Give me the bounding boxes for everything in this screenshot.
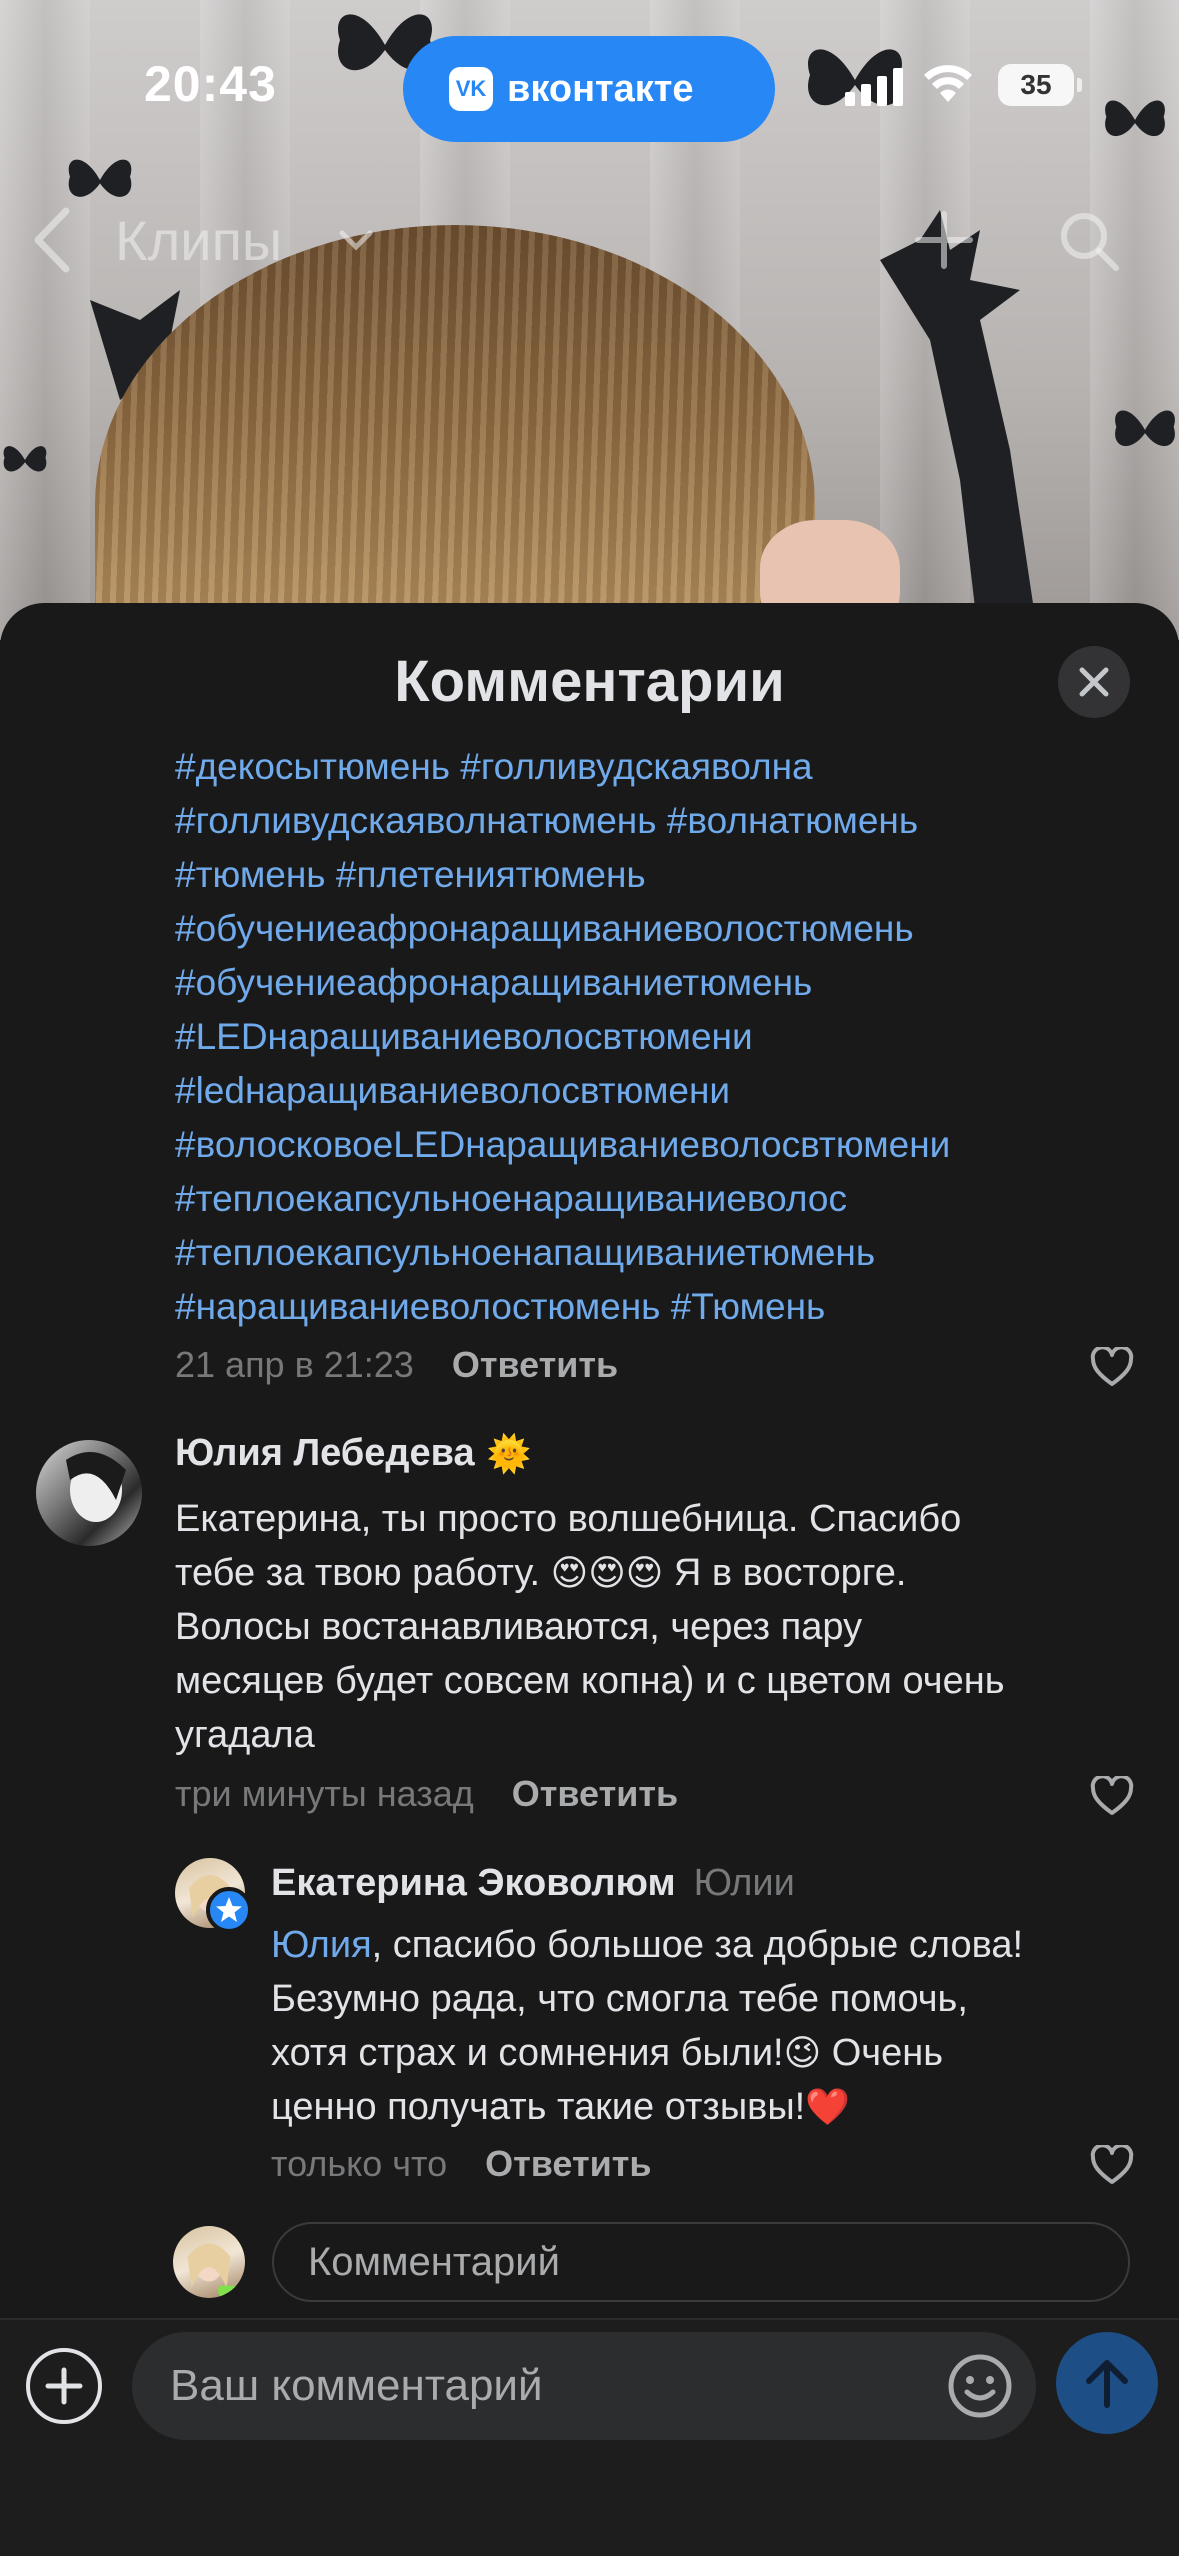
close-button[interactable] <box>1058 646 1130 718</box>
reply-comment-input[interactable]: Комментарий <box>272 2222 1130 2302</box>
back-icon[interactable] <box>28 205 76 275</box>
hashtag-line[interactable]: #теплоекапсульноенаращиваниеволос <box>175 1172 1155 1226</box>
avatar-photo <box>187 2243 237 2296</box>
comment-time: только что <box>271 2143 448 2184</box>
status-time: 20:43 <box>144 56 277 112</box>
hashtag-line[interactable]: #обучениеафронаращиваниеволостюмень <box>175 902 1155 956</box>
comment-line-text: ценно получать такие отзывы! <box>271 2086 806 2128</box>
comment-line: угадала <box>175 1714 315 1756</box>
comment-text: Юлия, спасибо большое за добрые слова! Б… <box>271 1918 1023 2134</box>
comment-line-tail: Я в восторге. <box>663 1552 907 1594</box>
comment-line-text: , спасибо большое за добрые слова! <box>371 1924 1024 1966</box>
comment-line: Безумно рада, что смогла тебе помочь, <box>271 1978 968 2020</box>
author-badge-icon: 🌞 <box>486 1433 532 1475</box>
comment-line-text: тебе за твою работу. <box>175 1552 541 1594</box>
battery-icon: 35 <box>998 64 1074 106</box>
hashtag-line[interactable]: #обучениеафронаращиваниетюмень <box>175 956 1155 1010</box>
hashtag-line[interactable]: #тюмень #плетениятюмень <box>175 848 1155 902</box>
comment-author[interactable]: Екатерина Эковолюм Юлии <box>271 1862 795 1905</box>
reply-button[interactable]: Ответить <box>485 2143 651 2185</box>
plus-icon[interactable] <box>914 210 974 270</box>
author-name: Юлия Лебедева <box>175 1432 475 1474</box>
heart-icon[interactable] <box>1090 1776 1134 1816</box>
close-icon <box>1079 667 1109 697</box>
reply-addressee: Юлии <box>693 1862 795 1904</box>
comment-line: тебе за твою работу. 😍😍😍 Я в восторге. <box>175 1546 1005 1600</box>
reply-button[interactable]: Ответить <box>512 1773 678 1815</box>
wifi-icon <box>924 65 972 102</box>
add-icon <box>45 2367 83 2405</box>
battery-tip <box>1077 78 1082 92</box>
butterfly-decal <box>3 446 47 472</box>
hashtag-line[interactable]: #волосковоеLEDнаращиваниеволосвтюмени <box>175 1118 1155 1172</box>
comment-line: ценно получать такие отзывы!❤️ <box>271 2080 1023 2134</box>
heart-eyes-emoji: 😍😍😍 <box>550 1553 664 1594</box>
hashtag-line[interactable]: #ledнаращиваниеволосвтюмени <box>175 1064 1155 1118</box>
curtain-fold <box>0 0 90 640</box>
reply-comment-placeholder: Комментарий <box>308 2239 560 2284</box>
comment-line-tail: Очень <box>821 2032 943 2074</box>
butterfly-decal <box>1105 100 1165 137</box>
heart-icon[interactable] <box>1090 2145 1134 2185</box>
hashtag-line[interactable]: #декосытюмень #голливудскаяволна <box>175 740 1155 794</box>
hashtag-line[interactable]: #теплоекапсульноенапащиваниетюмень <box>175 1226 1155 1280</box>
wink-emoji: 😉 <box>783 2033 822 2074</box>
comment-line: месяцев будет совсем копна) и с цветом о… <box>175 1660 1005 1702</box>
vk-logo-icon: VK <box>449 67 493 111</box>
comment-author[interactable]: Юлия Лебедева 🌞 <box>175 1432 531 1475</box>
sheet-title: Комментарии <box>394 649 785 714</box>
app-pill-label: вконтакте <box>507 67 694 110</box>
search-icon[interactable] <box>1058 210 1122 274</box>
heart-icon[interactable] <box>1090 1347 1134 1387</box>
smile-icon[interactable] <box>946 2352 1014 2420</box>
chevron-down-icon[interactable] <box>338 228 374 252</box>
comment-input[interactable]: Ваш комментарий <box>132 2332 1036 2440</box>
butterfly-decal <box>1115 410 1175 447</box>
mention-link[interactable]: Юлия <box>271 1924 372 1966</box>
comment-meta: три минуты назад Ответить <box>175 1773 678 1815</box>
avatar[interactable] <box>36 1440 142 1546</box>
cellular-signal-icon <box>845 68 903 106</box>
verified-star-icon <box>206 1887 252 1933</box>
red-heart-emoji: ❤️ <box>805 2087 851 2128</box>
comment-input-placeholder: Ваш комментарий <box>170 2361 543 2410</box>
send-button[interactable] <box>1056 2332 1158 2434</box>
comment-time: три минуты назад <box>175 1773 474 1814</box>
avatar-photo <box>66 1452 126 1522</box>
comment-line-text: хотя страх и сомнения были! <box>271 2032 784 2074</box>
hashtag-line[interactable]: #LEDнаращиваниеволосвтюмени <box>175 1010 1155 1064</box>
hashtag-line[interactable]: #наращиваниеволостюмень #Тюмень <box>175 1280 1155 1334</box>
author-name: Екатерина Эковолюм <box>271 1862 676 1904</box>
reply-button[interactable]: Ответить <box>452 1344 618 1386</box>
comment-hashtags: #декосытюмень #голливудскаяволна #голлив… <box>175 740 1155 1334</box>
comment-meta: только что Ответить <box>271 2143 651 2185</box>
send-arrow-icon <box>1086 2360 1128 2408</box>
comment-meta: 21 апр в 21:23 Ответить <box>175 1344 618 1386</box>
comment-line: Волосы востанавливаются, через пару <box>175 1606 863 1648</box>
add-attachment-button[interactable] <box>26 2348 102 2424</box>
comment-time: 21 апр в 21:23 <box>175 1344 414 1385</box>
butterfly-decal <box>68 159 132 197</box>
comment-line: Екатерина, ты просто волшебница. Спасибо <box>175 1498 962 1540</box>
comment-line: Юлия, спасибо большое за добрые слова! <box>271 1918 1023 1972</box>
comment-text: Екатерина, ты просто волшебница. Спасибо… <box>175 1492 1005 1762</box>
nav-title[interactable]: Клипы <box>115 208 282 273</box>
comment-line: хотя страх и сомнения были!😉 Очень <box>271 2026 1023 2080</box>
app-pill[interactable]: VK вконтакте <box>403 36 775 142</box>
current-user-avatar <box>173 2226 245 2298</box>
hashtag-line[interactable]: #голливудскаяволнатюмень #волнатюмень <box>175 794 1155 848</box>
